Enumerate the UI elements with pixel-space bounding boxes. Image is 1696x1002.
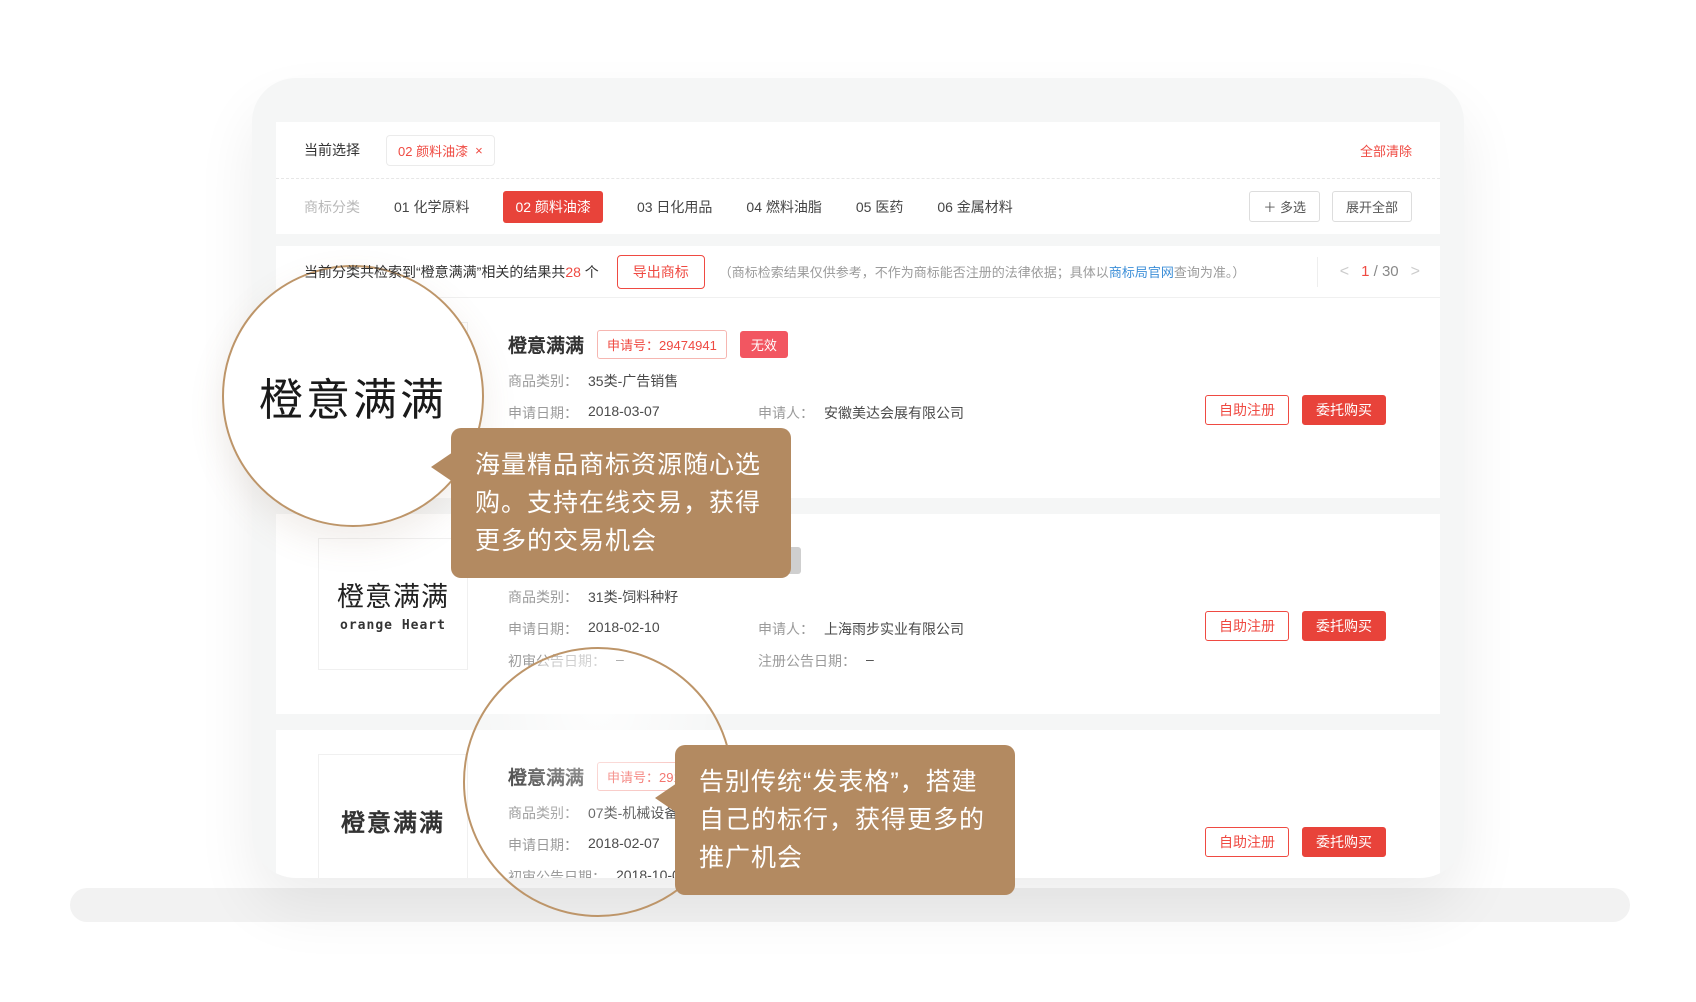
selected-filter-tag-text: 02 颜料油漆 bbox=[398, 141, 468, 160]
results-count-text: 当前分类共检索到“橙意满满”相关的结果共28 个 bbox=[304, 262, 599, 282]
trademark-image-text: 橙意满满 bbox=[337, 575, 449, 614]
field-value: 2018-02-10 bbox=[588, 619, 660, 639]
field-value: 2018-02-07 bbox=[588, 835, 660, 855]
entrust-buy-button[interactable]: 委托购买 bbox=[1302, 827, 1386, 857]
trademark-name: 橙意满满 bbox=[508, 763, 584, 790]
page-separator: / bbox=[1374, 263, 1378, 280]
category-item-04[interactable]: 04 燃料油脂 bbox=[746, 197, 821, 217]
disclaimer-text-pre: （商标检索结果仅供参考，不作为商标能否注册的法律依据；具体以 bbox=[719, 265, 1109, 280]
row-actions: 自助注册 委托购买 bbox=[1205, 827, 1386, 857]
results-count-suffix: 个 bbox=[581, 264, 599, 280]
category-bar-label: 商标分类 bbox=[304, 197, 360, 217]
category-item-02-active[interactable]: 02 颜料油漆 bbox=[503, 191, 602, 223]
field-label: 申请日期： bbox=[508, 835, 578, 855]
results-count-number: 28 bbox=[565, 264, 581, 280]
total-pages: 30 bbox=[1382, 263, 1399, 280]
trademark-image-subtext: orange Heart bbox=[340, 618, 446, 633]
current-selection-label: 当前选择 bbox=[304, 140, 360, 160]
field-value: 2018-03-07 bbox=[588, 403, 660, 423]
status-badge: 无效 bbox=[740, 331, 788, 358]
trademark-image: 橙意满满 orange Heart bbox=[318, 538, 468, 670]
field-label: 商品类别： bbox=[508, 371, 578, 391]
prev-page-icon[interactable]: < bbox=[1340, 263, 1349, 281]
application-number-label: 申请号： bbox=[607, 770, 659, 785]
field-label: 申请人： bbox=[758, 619, 814, 639]
row-actions: 自助注册 委托购买 bbox=[1205, 395, 1386, 425]
self-register-button[interactable]: 自助注册 bbox=[1205, 827, 1289, 857]
category-bar-actions: ＋ 多选 展开全部 bbox=[1249, 191, 1412, 222]
results-disclaimer: （商标检索结果仅供参考，不作为商标能否注册的法律依据；具体以商标局官网查询为准。… bbox=[719, 262, 1307, 281]
trademark-image bbox=[318, 322, 468, 454]
results-header: 当前分类共检索到“橙意满满”相关的结果共28 个 导出商标 （商标检索结果仅供参… bbox=[276, 246, 1440, 298]
field-label: 注册公告日期： bbox=[758, 651, 856, 671]
category-item-06[interactable]: 06 金属材料 bbox=[937, 197, 1012, 217]
clear-all-button[interactable]: 全部清除 bbox=[1360, 141, 1412, 160]
selected-filter-tag[interactable]: 02 颜料油漆 × bbox=[386, 135, 495, 166]
field-label: 申请日期： bbox=[508, 619, 578, 639]
results-count-prefix: 当前分类共检索到“橙意满满”相关的结果共 bbox=[304, 264, 565, 280]
trademark-name: 橙意满满 bbox=[508, 331, 584, 358]
field-label: 申请人： bbox=[758, 403, 814, 423]
field-value: 35类-广告销售 bbox=[588, 371, 678, 391]
field-value: 上海雨步实业有限公司 bbox=[824, 619, 964, 639]
expand-all-button[interactable]: 展开全部 bbox=[1332, 191, 1412, 222]
row-actions: 自助注册 委托购买 bbox=[1205, 611, 1386, 641]
self-register-button[interactable]: 自助注册 bbox=[1205, 395, 1289, 425]
current-page: 1 bbox=[1361, 263, 1369, 280]
field-label: 商品类别： bbox=[508, 803, 578, 823]
remove-filter-icon[interactable]: × bbox=[475, 143, 483, 158]
field-value: 安徽美达会展有限公司 bbox=[824, 403, 964, 423]
field-value: – bbox=[866, 651, 874, 671]
export-trademarks-button[interactable]: 导出商标 bbox=[617, 255, 705, 289]
category-bar: 商标分类 01 化学原料 02 颜料油漆 03 日化用品 04 燃料油脂 05 … bbox=[276, 178, 1440, 234]
disclaimer-text-post: 查询为准。） bbox=[1174, 265, 1246, 280]
category-item-01[interactable]: 01 化学原料 bbox=[394, 197, 469, 217]
field-label: 初审公告日期： bbox=[508, 651, 606, 671]
pagination: < 1 / 30 > bbox=[1317, 257, 1420, 287]
callout-bubble-trade: 海量精品商标资源随心选购。支持在线交易，获得更多的交易机会 bbox=[451, 428, 791, 578]
self-register-button[interactable]: 自助注册 bbox=[1205, 611, 1289, 641]
field-label: 商品类别： bbox=[508, 587, 578, 607]
category-item-03[interactable]: 03 日化用品 bbox=[637, 197, 712, 217]
trademark-image-text: 橙意满满 bbox=[341, 803, 445, 838]
field-value: 31类-饲料种籽 bbox=[588, 587, 678, 607]
entrust-buy-button[interactable]: 委托购买 bbox=[1302, 395, 1386, 425]
field-label: 申请日期： bbox=[508, 403, 578, 423]
current-selection-bar: 当前选择 02 颜料油漆 × 全部清除 bbox=[276, 122, 1440, 178]
next-page-icon[interactable]: > bbox=[1411, 263, 1420, 281]
field-label: 初审公告日期： bbox=[508, 867, 606, 878]
category-item-05[interactable]: 05 医药 bbox=[856, 197, 903, 217]
filter-header: 当前选择 02 颜料油漆 × 全部清除 商标分类 01 化学原料 02 颜料油漆… bbox=[276, 122, 1440, 234]
application-number-tag: 申请号：29474941 bbox=[597, 330, 727, 359]
application-number-label: 申请号： bbox=[607, 338, 659, 353]
callout-bubble-promotion: 告别传统“发表格”，搭建自己的标行，获得更多的推广机会 bbox=[675, 745, 1015, 895]
trademark-image: 橙意满满 bbox=[318, 754, 468, 878]
application-number-value: 29474941 bbox=[659, 338, 717, 353]
trademark-office-link[interactable]: 商标局官网 bbox=[1109, 265, 1174, 280]
field-value: – bbox=[616, 651, 624, 671]
multi-select-button[interactable]: ＋ 多选 bbox=[1249, 191, 1320, 222]
entrust-buy-button[interactable]: 委托购买 bbox=[1302, 611, 1386, 641]
